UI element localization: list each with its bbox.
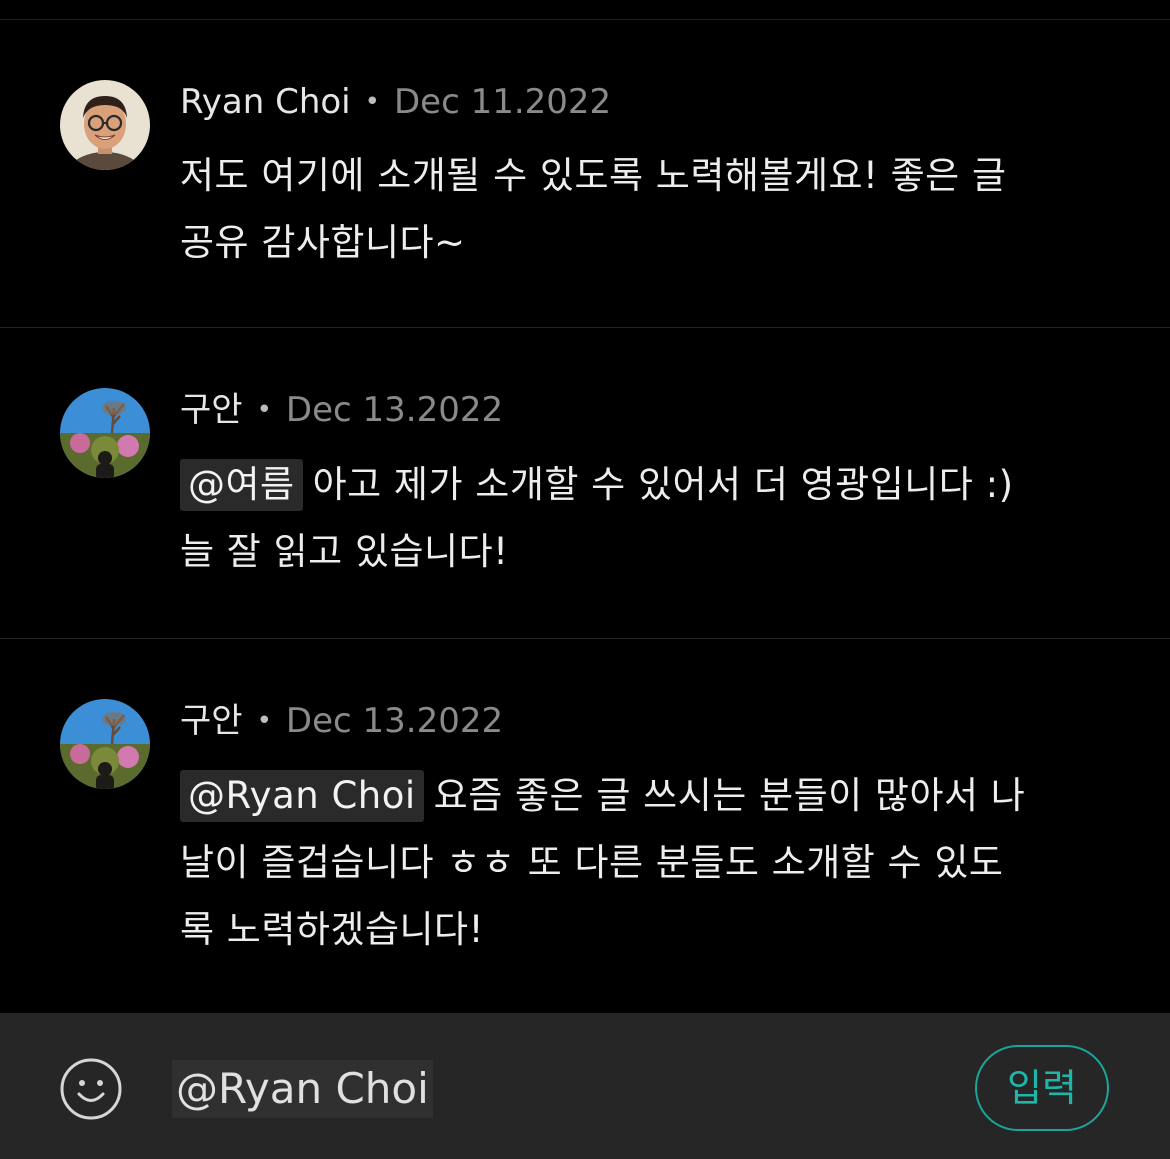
meta-separator: • [256,395,272,425]
smiley-icon [60,1058,122,1120]
avatar[interactable] [60,699,150,789]
avatar-landscape-person-icon [60,388,150,478]
comment-date: Dec 13.2022 [285,390,504,430]
comment-meta: 구안 • Dec 13.2022 [180,390,503,430]
comment-input[interactable]: @Ryan Choi [172,1060,433,1118]
comment-item: 구안 • Dec 13.2022 @Ryan Choi 요즘 좋은 글 쓰시는 분… [0,640,1170,1012]
avatar-man-glasses-icon [60,80,150,170]
comment-item: Ryan Choi • Dec 11.2022 저도 여기에 소개될 수 있도록… [0,20,1170,328]
comment-line: 늘 잘 읽고 있습니다! [180,530,509,573]
meta-separator: • [256,706,272,736]
comment-line-1: @Ryan Choi 요즘 좋은 글 쓰시는 분들이 많아서 나 [180,762,1120,829]
submit-button[interactable]: 입력 [975,1045,1109,1131]
comment-meta: 구안 • Dec 13.2022 [180,701,503,741]
comment-body: @Ryan Choi 요즘 좋은 글 쓰시는 분들이 많아서 나 날이 즐겁습니다… [180,762,1120,963]
comment-line: 날이 즐겁습니다 ㅎㅎ 또 다른 분들도 소개할 수 있도 [180,841,1004,884]
comment-date: Dec 13.2022 [285,701,504,741]
mention-tag[interactable]: @Ryan Choi [180,770,424,822]
avatar-landscape-person-icon [60,699,150,789]
comment-body: @여름 아고 제가 소개할 수 있어서 더 영광입니다 :) 늘 잘 읽고 있습니… [180,451,1120,585]
comment-line: 저도 여기에 소개될 수 있도록 노력해볼게요! 좋은 글 [180,154,1007,197]
comment-line: 요즘 좋은 글 쓰시는 분들이 많아서 나 [433,774,1026,817]
comment-date: Dec 11.2022 [393,82,612,122]
comment-composer: @Ryan Choi 입력 [0,1013,1170,1159]
comment-line: 록 노력하겠습니다! [180,908,484,951]
comment-item: 구안 • Dec 13.2022 @여름 아고 제가 소개할 수 있어서 더 영광… [0,329,1170,639]
comment-line-1: @여름 아고 제가 소개할 수 있어서 더 영광입니다 :) [180,451,1120,518]
comment-meta: Ryan Choi • Dec 11.2022 [180,82,611,122]
author-name[interactable]: 구안 [180,701,243,741]
author-name[interactable]: Ryan Choi [180,82,351,122]
meta-separator: • [364,87,380,117]
comment-body: 저도 여기에 소개될 수 있도록 노력해볼게요! 좋은 글 공유 감사합니다~ [180,142,1120,276]
emoji-button[interactable] [59,1057,123,1121]
comment-line: 아고 제가 소개할 수 있어서 더 영광입니다 :) [312,463,1014,506]
mention-tag[interactable]: @여름 [180,459,303,511]
avatar[interactable] [60,80,150,170]
author-name[interactable]: 구안 [180,390,243,430]
avatar[interactable] [60,388,150,478]
comment-line: 공유 감사합니다~ [180,221,466,264]
